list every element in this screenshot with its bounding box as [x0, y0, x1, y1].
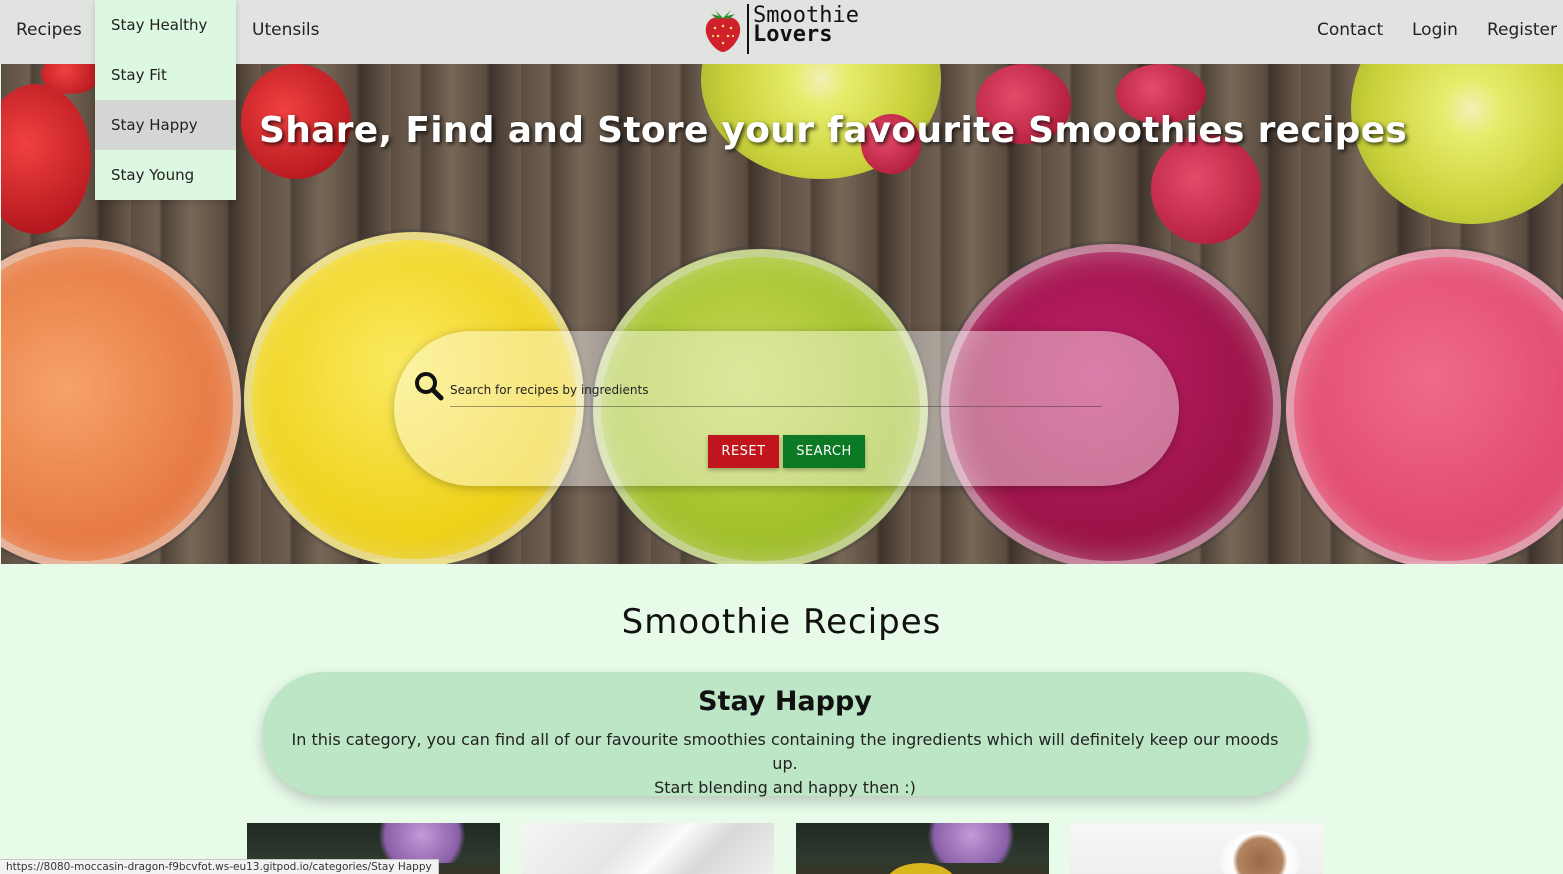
- category-description-line-2: Start blending and happy then :): [654, 778, 916, 797]
- recipes-dropdown-menu: Stay Healthy Stay Fit Stay Happy Stay Yo…: [95, 0, 236, 200]
- search-icon: [415, 372, 444, 401]
- orange-smoothie-glass: [1, 239, 241, 564]
- logo[interactable]: Smoothie Lovers: [703, 4, 873, 54]
- dropdown-item-stay-happy[interactable]: Stay Happy: [95, 100, 236, 150]
- strawberry-decoration: [1, 84, 91, 234]
- recipe-card[interactable]: [1070, 823, 1323, 874]
- nav-recipes[interactable]: Recipes: [16, 20, 82, 40]
- flower-decoration: [916, 823, 1026, 863]
- nav-utensils[interactable]: Utensils: [252, 20, 320, 40]
- recipe-card[interactable]: [521, 823, 774, 874]
- cup-image: [1220, 831, 1300, 874]
- category-card: Stay Happy In this category, you can fin…: [262, 672, 1308, 797]
- search-panel: RESET SEARCH: [394, 331, 1179, 486]
- category-title: Stay Happy: [698, 686, 872, 717]
- logo-divider: [747, 4, 749, 54]
- search-button[interactable]: SEARCH: [783, 435, 865, 468]
- dropdown-item-stay-fit[interactable]: Stay Fit: [95, 50, 236, 100]
- recipe-card[interactable]: [796, 823, 1049, 874]
- pink-smoothie-glass: [1286, 249, 1563, 564]
- flower-decoration: [367, 823, 477, 863]
- nav-register[interactable]: Register: [1487, 20, 1557, 40]
- browser-status-bar: https://8080-moccasin-dragon-f9bcvfot.ws…: [0, 859, 439, 874]
- section-title: Smoothie Recipes: [621, 602, 942, 642]
- dropdown-item-stay-young[interactable]: Stay Young: [95, 150, 236, 200]
- reset-button[interactable]: RESET: [708, 435, 779, 468]
- strawberry-icon: [705, 10, 741, 52]
- nav-contact[interactable]: Contact: [1317, 20, 1383, 40]
- category-description-line-1: In this category, you can find all of ou…: [291, 730, 1279, 773]
- hero-title: Share, Find and Store your favourite Smo…: [259, 110, 1408, 151]
- category-description: In this category, you can find all of ou…: [282, 728, 1288, 800]
- logo-text: Smoothie Lovers: [753, 5, 859, 46]
- smoothie-image: [886, 863, 956, 874]
- nav-login[interactable]: Login: [1412, 20, 1458, 40]
- dropdown-item-stay-healthy[interactable]: Stay Healthy: [95, 0, 236, 50]
- search-input[interactable]: [450, 373, 1102, 407]
